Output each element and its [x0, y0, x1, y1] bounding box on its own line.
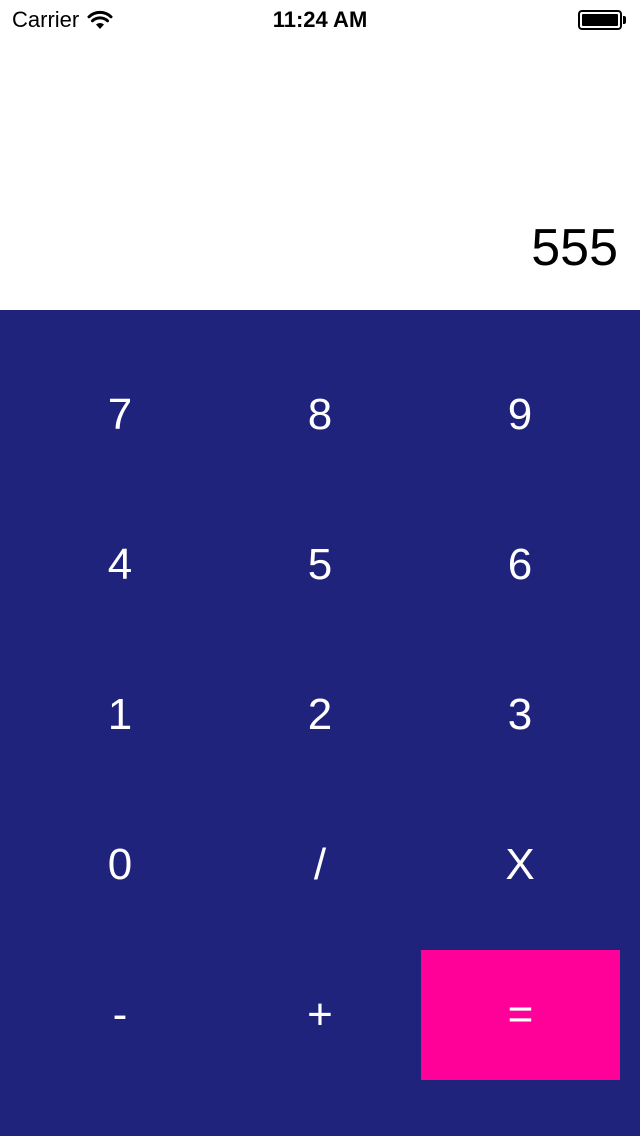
- battery-fill: [582, 14, 618, 26]
- key-2[interactable]: 2: [220, 650, 420, 780]
- status-bar: Carrier 11:24 AM: [0, 0, 640, 40]
- key-9[interactable]: 9: [420, 350, 620, 480]
- key-5[interactable]: 5: [220, 500, 420, 630]
- status-time: 11:24 AM: [272, 7, 368, 32]
- key-equals[interactable]: =: [421, 950, 620, 1080]
- key-8[interactable]: 8: [220, 350, 420, 480]
- key-divide[interactable]: /: [220, 800, 420, 930]
- battery-tip: [623, 16, 626, 24]
- battery-icon: [578, 8, 626, 32]
- calculator-display: 555: [0, 40, 640, 310]
- key-subtract[interactable]: -: [20, 950, 220, 1080]
- key-3[interactable]: 3: [420, 650, 620, 780]
- key-1[interactable]: 1: [20, 650, 220, 780]
- keypad: 7 8 9 4 5 6 1 2 3 0 / X - + =: [0, 310, 640, 1136]
- key-0[interactable]: 0: [20, 800, 220, 930]
- display-value: 555: [531, 219, 618, 277]
- battery-body: [578, 10, 622, 30]
- key-7[interactable]: 7: [20, 350, 220, 480]
- key-multiply[interactable]: X: [420, 800, 620, 930]
- key-add[interactable]: +: [220, 950, 420, 1080]
- key-6[interactable]: 6: [420, 500, 620, 630]
- key-4[interactable]: 4: [20, 500, 220, 630]
